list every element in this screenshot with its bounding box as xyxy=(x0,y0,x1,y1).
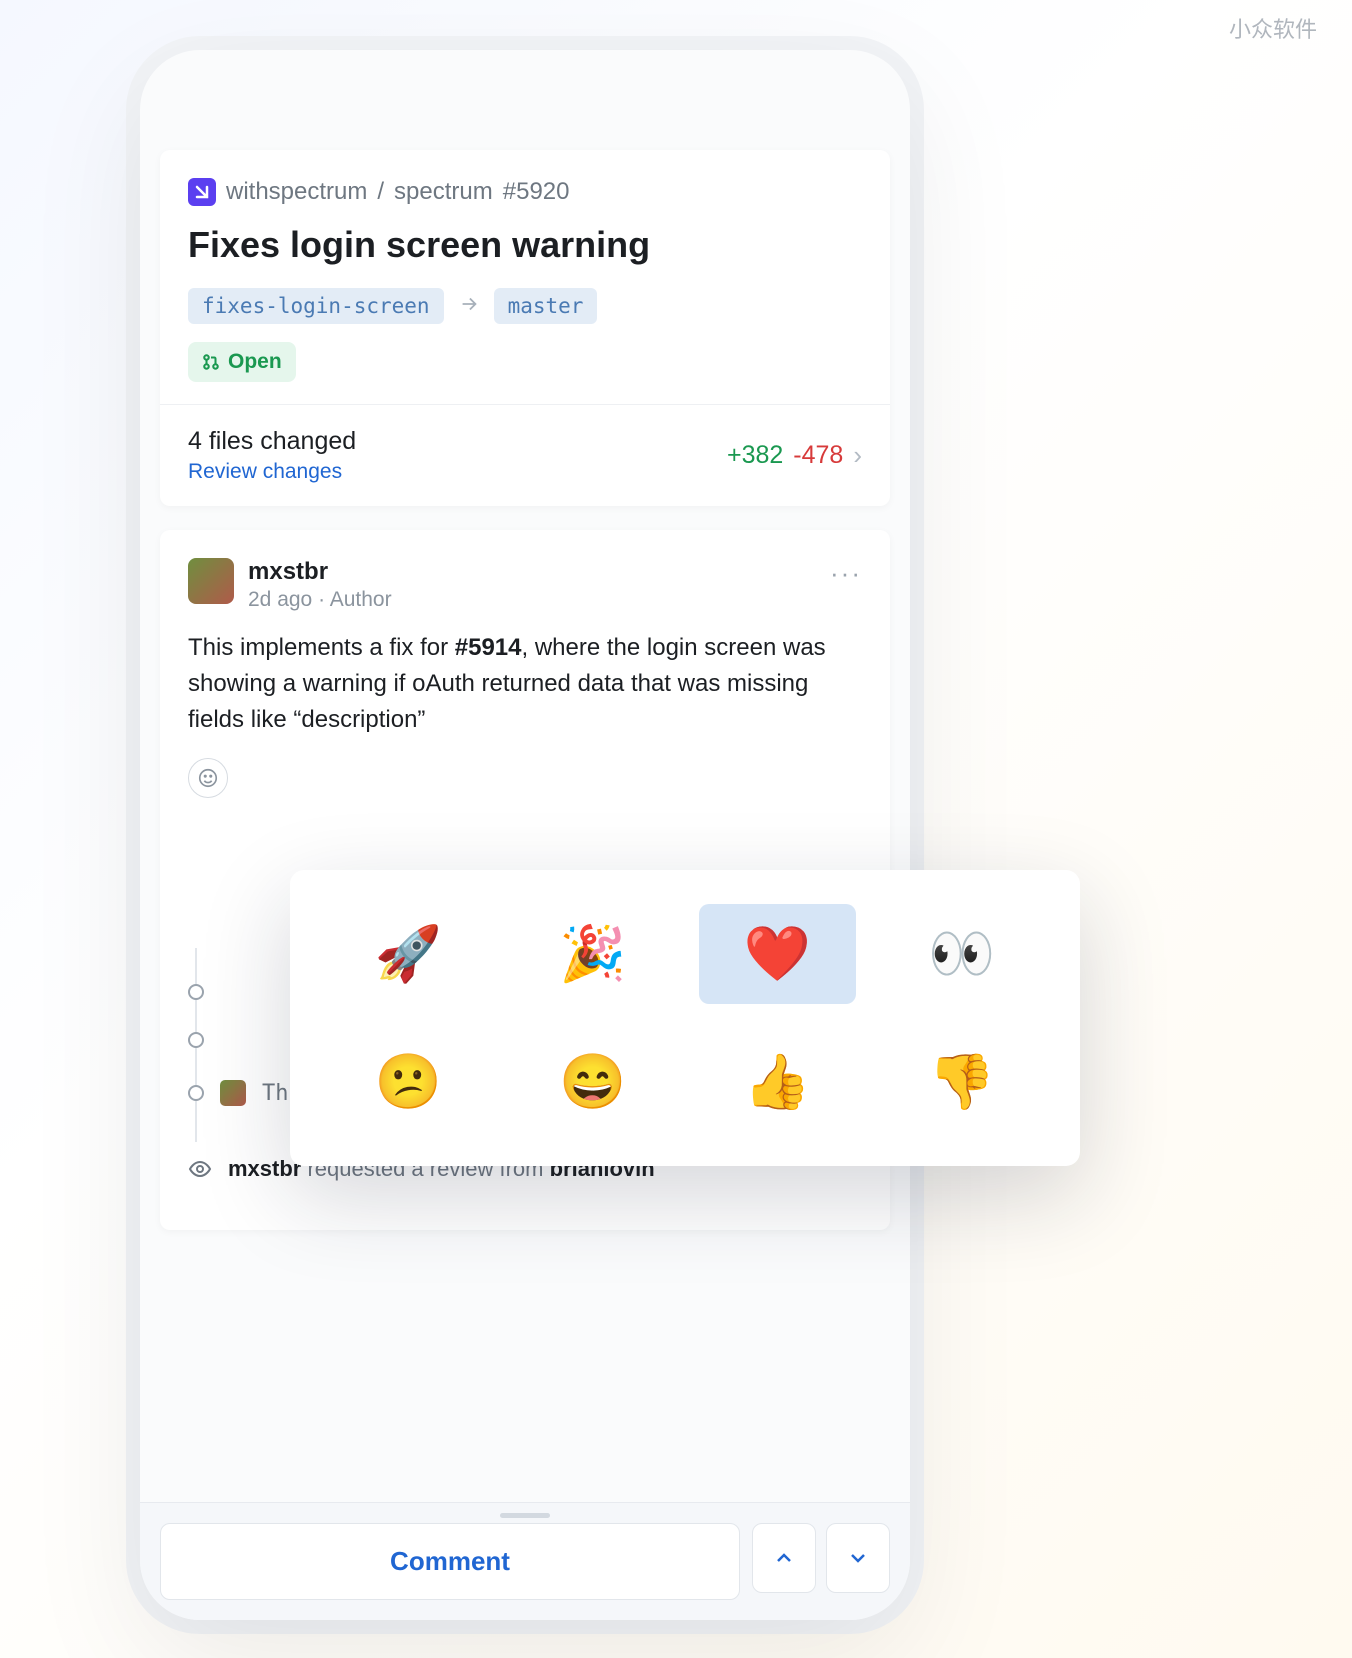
emoji-tada[interactable]: 🎉 xyxy=(515,904,672,1004)
target-branch[interactable]: master xyxy=(494,288,598,324)
comment-header: mxstbr 2d ago · Author ··· xyxy=(188,558,862,612)
smiley-icon xyxy=(197,767,219,789)
emoji-picker: 🚀 🎉 ❤️ 👀 😕 😄 👍 👎 xyxy=(290,870,1080,1166)
comment-body: This implements a fix for #5914, where t… xyxy=(188,630,862,738)
comment-author[interactable]: mxstbr xyxy=(248,558,392,586)
git-pull-request-icon xyxy=(202,353,220,371)
comment-issue-ref[interactable]: #5914 xyxy=(455,634,522,661)
chevron-right-icon: › xyxy=(853,440,862,471)
pr-header-card: withspectrum / spectrum #5920 Fixes logi… xyxy=(160,150,890,506)
chevron-up-icon xyxy=(772,1546,796,1570)
reaction-row xyxy=(188,758,862,798)
additions-count: +382 xyxy=(727,441,783,470)
pr-title: Fixes login screen warning xyxy=(188,224,862,266)
comment-meta: 2d ago · Author xyxy=(248,588,392,612)
emoji-grin[interactable]: 😄 xyxy=(515,1032,672,1132)
add-reaction-button[interactable] xyxy=(188,758,228,798)
more-icon[interactable]: ··· xyxy=(830,558,862,589)
nav-down-button[interactable] xyxy=(826,1523,890,1593)
repo-icon xyxy=(188,178,216,206)
arrow-right-icon xyxy=(458,293,480,320)
source-branch[interactable]: fixes-login-screen xyxy=(188,288,444,324)
drag-handle[interactable] xyxy=(500,1513,550,1518)
emoji-thumbs-down[interactable]: 👎 xyxy=(884,1032,1041,1132)
diff-summary-row[interactable]: 4 files changed Review changes +382 -478… xyxy=(160,405,890,506)
review-changes-link[interactable]: Review changes xyxy=(188,460,356,484)
commit-dot-icon xyxy=(188,1085,204,1101)
repo-owner: withspectrum xyxy=(226,178,367,206)
repo-name: spectrum xyxy=(394,178,493,206)
status-text: Open xyxy=(228,350,282,374)
commit-dot-icon xyxy=(188,1032,204,1048)
avatar[interactable] xyxy=(188,558,234,604)
watermark: 小众软件 xyxy=(1229,12,1317,44)
pr-header: withspectrum / spectrum #5920 Fixes logi… xyxy=(160,150,890,405)
nav-up-button[interactable] xyxy=(752,1523,816,1593)
commit-dot-icon xyxy=(188,984,204,1000)
branch-comparison: fixes-login-screen master xyxy=(188,288,862,324)
files-changed-label: 4 files changed xyxy=(188,427,356,456)
emoji-eyes[interactable]: 👀 xyxy=(884,904,1041,1004)
emoji-thumbs-up[interactable]: 👍 xyxy=(699,1032,856,1132)
comment-button[interactable]: Comment xyxy=(160,1523,740,1600)
avatar xyxy=(220,1080,246,1106)
phone-frame: withspectrum / spectrum #5920 Fixes logi… xyxy=(140,50,910,1620)
emoji-confused[interactable]: 😕 xyxy=(330,1032,487,1132)
eye-icon xyxy=(188,1157,212,1181)
bottom-bar: Comment xyxy=(140,1502,910,1620)
status-badge: Open xyxy=(188,342,296,382)
comment-text: This implements a fix for xyxy=(188,634,455,661)
emoji-rocket[interactable]: 🚀 xyxy=(330,904,487,1004)
emoji-heart[interactable]: ❤️ xyxy=(699,904,856,1004)
repo-slash: / xyxy=(377,178,384,206)
issue-number: #5920 xyxy=(503,178,570,206)
repo-breadcrumb[interactable]: withspectrum / spectrum #5920 xyxy=(188,178,862,206)
deletions-count: -478 xyxy=(793,441,843,470)
review-requester[interactable]: mxstbr xyxy=(228,1156,301,1181)
chevron-down-icon xyxy=(846,1546,870,1570)
